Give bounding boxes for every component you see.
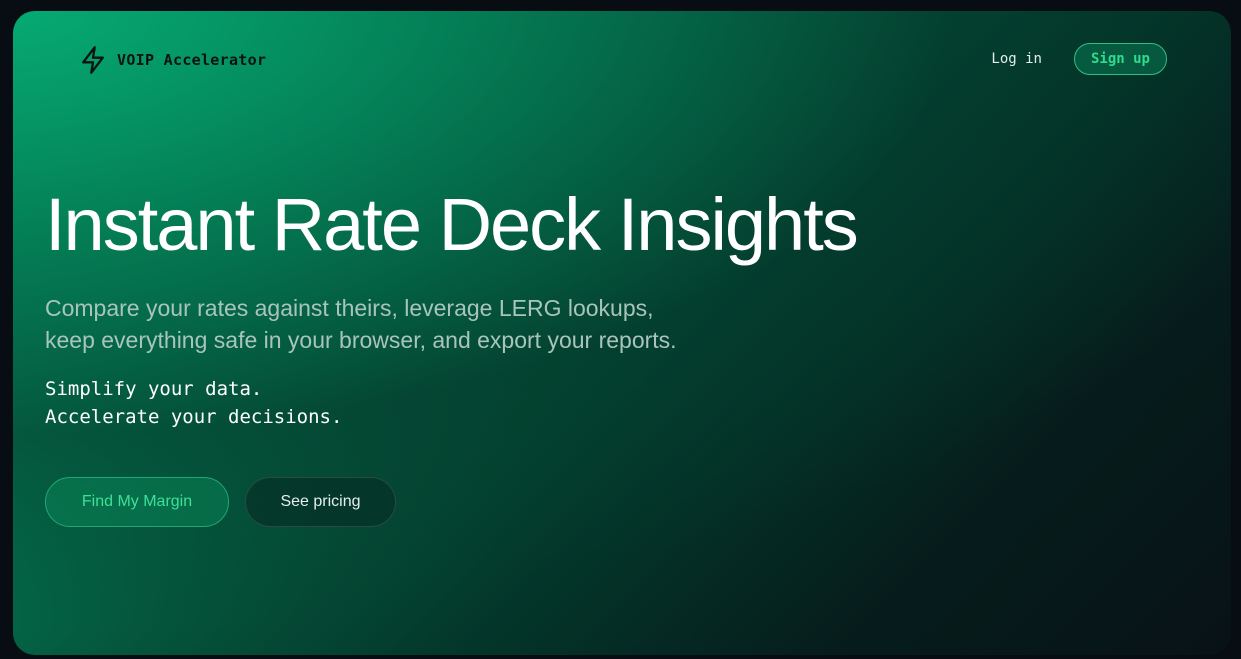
subtitle-line: Compare your rates against theirs, lever… — [45, 295, 654, 321]
brand-logo[interactable]: VOIP Accelerator — [79, 45, 266, 75]
cta-group: Find My Margin See pricing — [45, 477, 396, 527]
see-pricing-button[interactable]: See pricing — [245, 477, 396, 527]
find-my-margin-button[interactable]: Find My Margin — [45, 477, 229, 527]
tagline-line: Simplify your data. — [45, 378, 263, 400]
brand-name: VOIP Accelerator — [117, 51, 267, 69]
login-link[interactable]: Log in — [991, 51, 1042, 67]
hero-subtitle: Compare your rates against theirs, lever… — [45, 292, 677, 356]
hero-section: VOIP Accelerator Log in Sign up Instant … — [13, 11, 1231, 655]
hero-tagline: Simplify your data. Accelerate your deci… — [45, 375, 342, 431]
tagline-line: Accelerate your decisions. — [45, 406, 343, 428]
lightning-bolt-icon — [82, 46, 104, 74]
page-title: Instant Rate Deck Insights — [45, 183, 859, 266]
subtitle-line: keep everything safe in your browser, an… — [45, 327, 677, 353]
top-nav: Log in Sign up — [991, 43, 1167, 75]
signup-button[interactable]: Sign up — [1073, 43, 1167, 75]
